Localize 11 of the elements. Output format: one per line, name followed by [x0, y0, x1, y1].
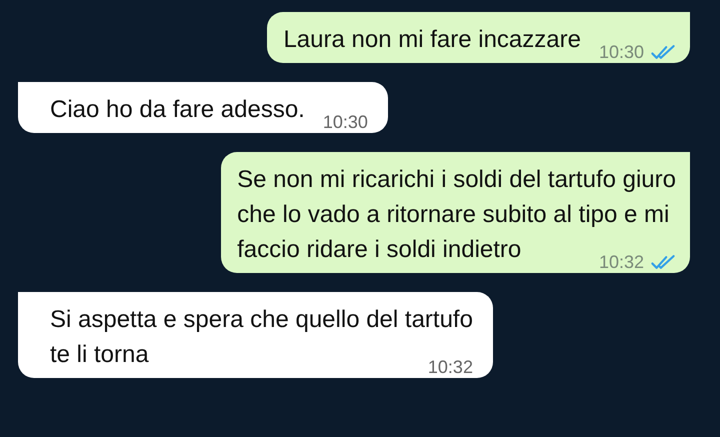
message-time: 10:30	[598, 41, 644, 63]
message-text: te li torna	[50, 340, 149, 370]
message-text: faccio ridare i soldi indietro	[237, 235, 522, 265]
message-text: Si aspetta e spera che quello del tartufo	[50, 305, 473, 335]
message-text: Ciao ho da fare adesso.	[50, 95, 305, 125]
message-time: 10:30	[322, 111, 368, 133]
message-text: Laura non mi fare incazzare	[283, 25, 581, 55]
message-time: 10:32	[598, 251, 644, 273]
message-text: che lo vado a ritornare subito al tipo e mi	[237, 200, 670, 230]
message-text: Se non mi ricarichi i soldi del tartufo giuro	[237, 165, 676, 195]
message-time: 10:32	[428, 356, 473, 378]
